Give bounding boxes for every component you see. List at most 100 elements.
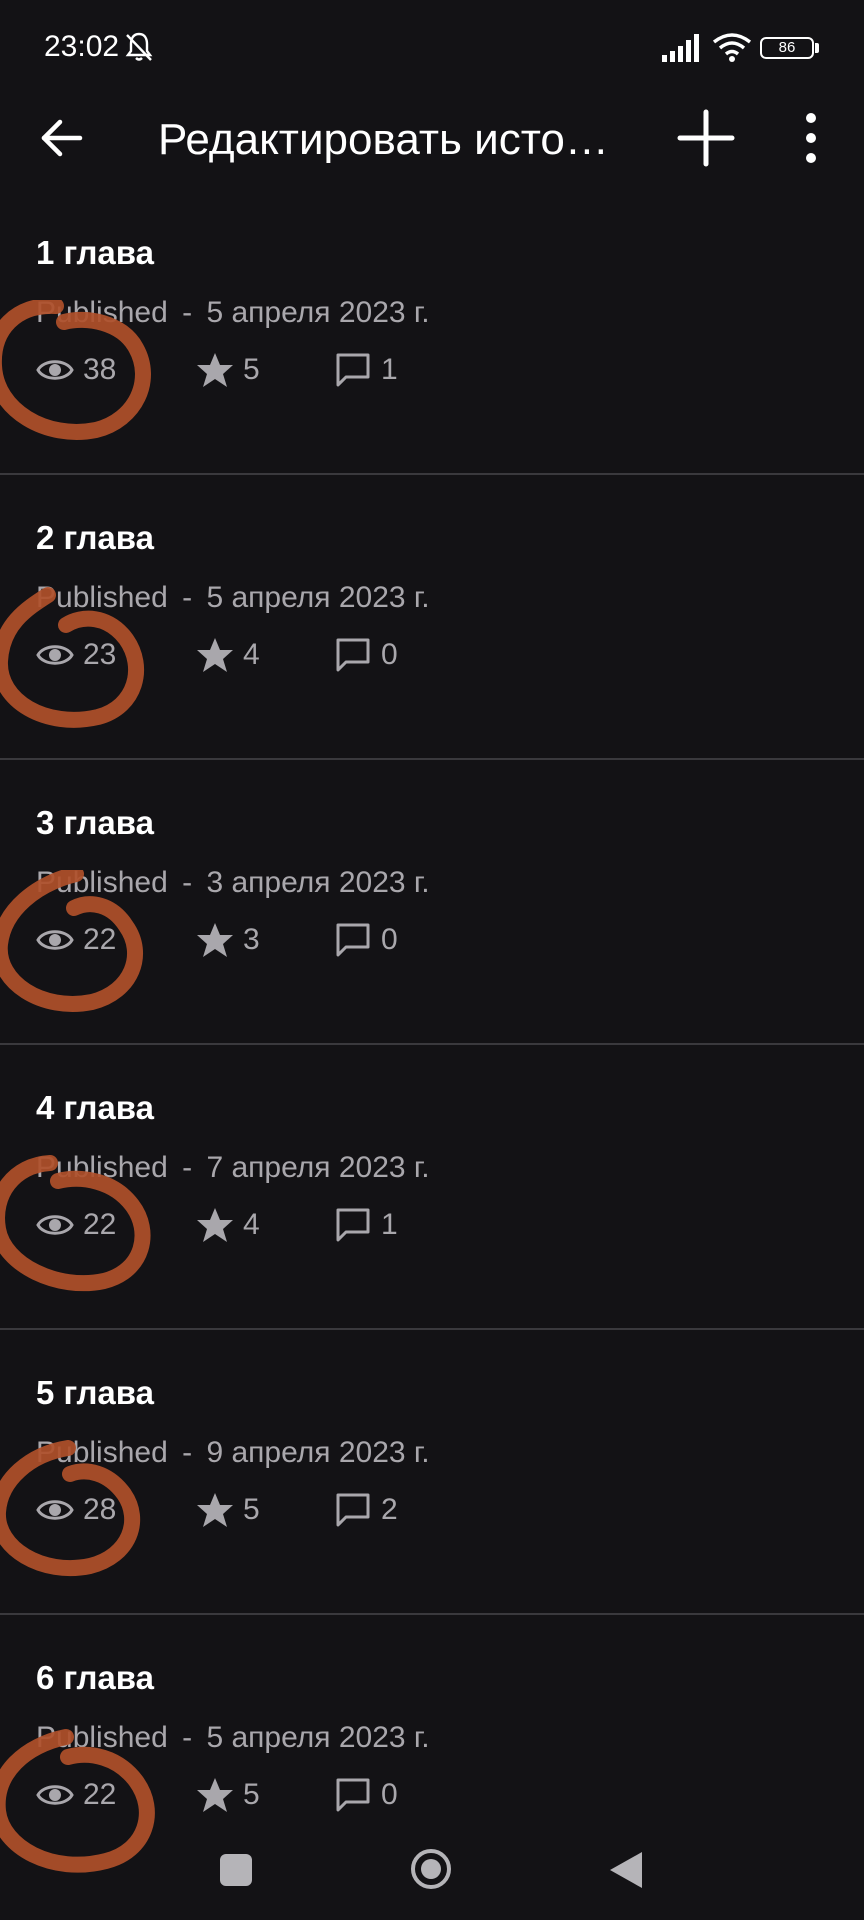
back-triangle-icon[interactable] — [608, 1850, 644, 1890]
chapter-date: 5 апреля 2023 г. — [206, 1721, 430, 1754]
chapter-status: Published — [36, 1436, 168, 1469]
views-stat: 22 — [36, 1205, 116, 1245]
chapter-meta: Published - 9 апреля 2023 г. — [36, 1436, 430, 1470]
chapter-title: 6 глава — [36, 1659, 154, 1696]
star-icon — [197, 1208, 233, 1242]
meta-separator: - — [182, 581, 193, 614]
comment-icon — [336, 353, 370, 387]
comment-icon — [336, 1778, 370, 1812]
wifi-icon — [712, 33, 752, 62]
comments-stat: 2 — [334, 1490, 398, 1530]
chapter-status: Published — [36, 1721, 168, 1754]
comments-stat: 0 — [334, 1775, 398, 1815]
eye-icon — [36, 360, 74, 380]
chapter-item[interactable]: 3 глава Published - 3 апреля 2023 г. 22 … — [0, 760, 864, 1045]
more-vertical-icon[interactable] — [796, 110, 826, 166]
comment-icon — [336, 1493, 370, 1527]
chapter-title: 2 глава — [36, 519, 154, 556]
comments-count: 1 — [381, 353, 398, 386]
eye-icon — [36, 645, 74, 665]
chapter-meta: Published - 5 апреля 2023 г. — [36, 1721, 430, 1755]
chapter-stats: 23 4 0 — [36, 635, 536, 675]
meta-separator: - — [182, 1721, 193, 1754]
chapter-item[interactable]: 2 глава Published - 5 апреля 2023 г. 23 … — [0, 475, 864, 760]
eye-icon — [36, 1785, 74, 1805]
votes-stat: 5 — [196, 350, 260, 390]
votes-count: 5 — [243, 1493, 260, 1526]
chapter-item[interactable]: 1 глава Published - 5 апреля 2023 г. 38 … — [0, 190, 864, 475]
chapter-title: 3 глава — [36, 804, 154, 841]
chapter-status: Published — [36, 866, 168, 899]
chapter-status: Published — [36, 581, 168, 614]
status-time: 23:02 — [44, 30, 120, 63]
chapter-meta: Published - 5 апреля 2023 г. — [36, 581, 430, 615]
chapter-stats: 22 5 0 — [36, 1775, 536, 1815]
votes-stat: 4 — [196, 1205, 260, 1245]
chapter-list: 1 глава Published - 5 апреля 2023 г. 38 … — [0, 190, 864, 1898]
views-count: 23 — [83, 638, 117, 671]
chapter-meta: Published - 7 апреля 2023 г. — [36, 1151, 430, 1185]
views-count: 22 — [83, 923, 117, 956]
arrow-back-icon[interactable] — [36, 112, 88, 164]
chapter-title: 1 глава — [36, 234, 154, 271]
votes-count: 4 — [243, 638, 260, 671]
views-count: 28 — [83, 1493, 117, 1526]
views-stat: 38 — [36, 350, 116, 390]
home-circle-icon[interactable] — [410, 1848, 452, 1890]
votes-count: 5 — [243, 1778, 260, 1811]
chapter-status: Published — [36, 296, 168, 329]
bell-off-icon — [125, 32, 153, 61]
comment-icon — [336, 1208, 370, 1242]
chapter-date: 7 апреля 2023 г. — [206, 1151, 430, 1184]
chapter-item[interactable]: 5 глава Published - 9 апреля 2023 г. 28 … — [0, 1330, 864, 1615]
chapter-date: 3 апреля 2023 г. — [206, 866, 430, 899]
signal-icon — [662, 34, 699, 62]
battery-icon: 86 — [760, 37, 814, 59]
votes-stat: 5 — [196, 1490, 260, 1530]
views-stat: 22 — [36, 920, 116, 960]
views-stat: 28 — [36, 1490, 116, 1530]
chapter-item[interactable]: 4 глава Published - 7 апреля 2023 г. 22 … — [0, 1045, 864, 1330]
status-bar: 23:02 86 — [0, 0, 864, 100]
chapter-meta: Published - 3 апреля 2023 г. — [36, 866, 430, 900]
eye-icon — [36, 1500, 74, 1520]
views-stat: 23 — [36, 635, 116, 675]
chapter-status: Published — [36, 1151, 168, 1184]
chapter-date: 9 апреля 2023 г. — [206, 1436, 430, 1469]
votes-count: 5 — [243, 353, 260, 386]
eye-icon — [36, 930, 74, 950]
chapter-meta: Published - 5 апреля 2023 г. — [36, 296, 430, 330]
battery-tip — [815, 43, 819, 53]
meta-separator: - — [182, 296, 193, 329]
comments-count: 0 — [381, 1778, 398, 1811]
votes-stat: 3 — [196, 920, 260, 960]
chapter-title: 5 глава — [36, 1374, 154, 1411]
votes-stat: 5 — [196, 1775, 260, 1815]
page-title: Редактировать история — [158, 115, 618, 164]
eye-icon — [36, 1215, 74, 1235]
meta-separator: - — [182, 1151, 193, 1184]
chapter-stats: 38 5 1 — [36, 350, 536, 390]
views-stat: 22 — [36, 1775, 116, 1815]
votes-count: 3 — [243, 923, 260, 956]
star-icon — [197, 638, 233, 672]
recents-square-icon[interactable] — [220, 1854, 252, 1886]
chapter-date: 5 апреля 2023 г. — [206, 581, 430, 614]
battery-level: 86 — [778, 39, 796, 56]
views-count: 22 — [83, 1778, 117, 1811]
views-count: 38 — [83, 353, 117, 386]
system-nav-bar — [0, 1820, 864, 1920]
comments-count: 0 — [381, 638, 398, 671]
star-icon — [197, 353, 233, 387]
comments-stat: 1 — [334, 350, 398, 390]
comments-count: 2 — [381, 1493, 398, 1526]
chapter-stats: 22 3 0 — [36, 920, 536, 960]
comments-stat: 0 — [334, 635, 398, 675]
star-icon — [197, 923, 233, 957]
plus-icon[interactable] — [676, 108, 736, 168]
votes-stat: 4 — [196, 635, 260, 675]
chapter-date: 5 апреля 2023 г. — [206, 296, 430, 329]
star-icon — [197, 1778, 233, 1812]
views-count: 22 — [83, 1208, 117, 1241]
chapter-stats: 22 4 1 — [36, 1205, 536, 1245]
